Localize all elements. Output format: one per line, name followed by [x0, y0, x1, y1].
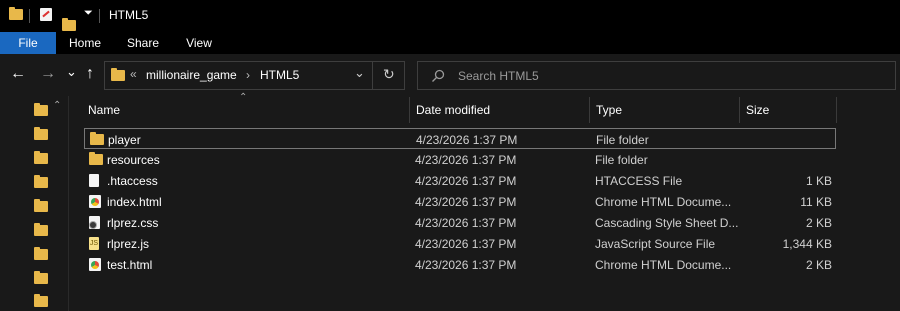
file-date: 4/23/2026 1:37 PM [415, 216, 517, 230]
file-size: 11 KB [800, 195, 832, 209]
breadcrumb-html5[interactable]: HTML5 [260, 68, 299, 82]
window-title: HTML5 [109, 8, 149, 22]
back-button[interactable]: ← [10, 66, 26, 82]
file-name: player [108, 133, 141, 147]
file-row-test-html[interactable]: test.html 4/23/2026 1:37 PM Chrome HTML … [84, 254, 836, 275]
file-row-player[interactable]: player 4/23/2026 1:37 PM File folder [84, 128, 836, 149]
forward-button[interactable]: → [40, 66, 56, 82]
folder-icon[interactable] [34, 294, 48, 307]
file-type: HTACCESS File [595, 174, 683, 188]
file-type: JavaScript Source File [595, 237, 716, 251]
tab-share[interactable]: Share [120, 32, 166, 54]
file-type: File folder [596, 133, 649, 147]
folder-icon[interactable] [34, 247, 48, 260]
column-divider[interactable] [836, 97, 837, 123]
file-date: 4/23/2026 1:37 PM [416, 133, 518, 147]
column-header-type[interactable]: Type [596, 103, 622, 117]
file-row-index-html[interactable]: index.html 4/23/2026 1:37 PM Chrome HTML… [84, 191, 836, 212]
ribbon-tabs: File Home Share View [0, 32, 900, 54]
tab-file[interactable]: File [0, 32, 56, 54]
column-divider[interactable] [739, 97, 740, 123]
file-size: 2 KB [805, 216, 832, 230]
file-size: 1 KB [805, 174, 832, 188]
file-date: 4/23/2026 1:37 PM [415, 237, 517, 251]
file-type: Cascading Style Sheet D... [595, 216, 739, 230]
new-folder-icon[interactable] [62, 18, 76, 31]
customize-dropdown-icon[interactable]: ⏷ [84, 7, 93, 20]
file-date: 4/23/2026 1:37 PM [415, 195, 517, 209]
title-bar: ⏷ HTML5 [0, 0, 900, 32]
recent-locations-button[interactable]: ⌄ [66, 64, 77, 80]
chrome-html-icon [89, 195, 101, 208]
file-name: rlprez.css [107, 216, 159, 230]
refresh-button[interactable]: ↻ [383, 66, 395, 83]
file-date: 4/23/2026 1:37 PM [415, 153, 517, 167]
search-input[interactable] [456, 66, 880, 86]
sort-ascending-icon: ⌃ [239, 92, 248, 103]
column-header-size[interactable]: Size [746, 103, 769, 117]
folder-icon[interactable] [34, 103, 48, 116]
navigation-pane: ⌃ [0, 96, 69, 311]
address-bar[interactable]: « millionaire_game › HTML5 ⌄ ↻ [104, 61, 405, 90]
search-box[interactable] [417, 61, 896, 90]
folder-icon[interactable] [34, 271, 48, 284]
column-divider[interactable] [409, 97, 410, 123]
folder-icon[interactable] [34, 151, 48, 164]
file-name: resources [107, 153, 160, 167]
folder-icon[interactable] [34, 199, 48, 212]
up-button[interactable]: ↑ [86, 66, 94, 82]
tab-home[interactable]: Home [62, 32, 108, 54]
document-icon [89, 174, 99, 187]
breadcrumb-overflow[interactable]: « [130, 67, 137, 81]
folder-icon[interactable] [34, 223, 48, 236]
file-type: Chrome HTML Docume... [595, 195, 732, 209]
file-date: 4/23/2026 1:37 PM [415, 174, 517, 188]
file-name: rlprez.js [107, 237, 150, 251]
folder-icon [111, 68, 125, 81]
file-size: 2 KB [805, 258, 832, 272]
breadcrumb-separator[interactable]: › [246, 68, 250, 82]
column-header-name[interactable]: Name [88, 103, 120, 117]
file-row-htaccess[interactable]: .htaccess 4/23/2026 1:37 PM HTACCESS Fil… [84, 170, 836, 191]
folder-icon [89, 152, 103, 165]
tab-view[interactable]: View [176, 32, 222, 54]
quick-access-separator [29, 9, 30, 23]
file-name: test.html [107, 258, 153, 272]
folder-icon [90, 132, 104, 145]
chrome-html-icon [89, 258, 101, 271]
js-file-icon: JS [89, 237, 99, 250]
column-divider[interactable] [589, 97, 590, 123]
css-file-icon [89, 216, 100, 229]
file-row-resources[interactable]: resources 4/23/2026 1:37 PM File folder [84, 149, 836, 170]
properties-icon[interactable] [40, 8, 52, 21]
file-row-rlprez-css[interactable]: rlprez.css 4/23/2026 1:37 PM Cascading S… [84, 212, 836, 233]
file-row-rlprez-js[interactable]: JS rlprez.js 4/23/2026 1:37 PM JavaScrip… [84, 233, 836, 254]
scroll-up-icon[interactable]: ⌃ [53, 100, 61, 111]
folder-icon [9, 7, 23, 20]
file-type: Chrome HTML Docume... [595, 258, 732, 272]
search-icon [432, 69, 445, 82]
quick-access-separator [99, 9, 100, 23]
folder-icon[interactable] [34, 127, 48, 140]
file-name: index.html [107, 195, 162, 209]
breadcrumb-millionaire-game[interactable]: millionaire_game [146, 68, 237, 82]
address-divider [372, 62, 373, 89]
folder-icon[interactable] [34, 175, 48, 188]
file-name: .htaccess [107, 174, 158, 188]
column-header-date-modified[interactable]: Date modified [416, 103, 490, 117]
file-size: 1,344 KB [782, 237, 832, 251]
address-dropdown-icon[interactable]: ⌄ [354, 65, 365, 81]
file-date: 4/23/2026 1:37 PM [415, 258, 517, 272]
file-type: File folder [595, 153, 648, 167]
